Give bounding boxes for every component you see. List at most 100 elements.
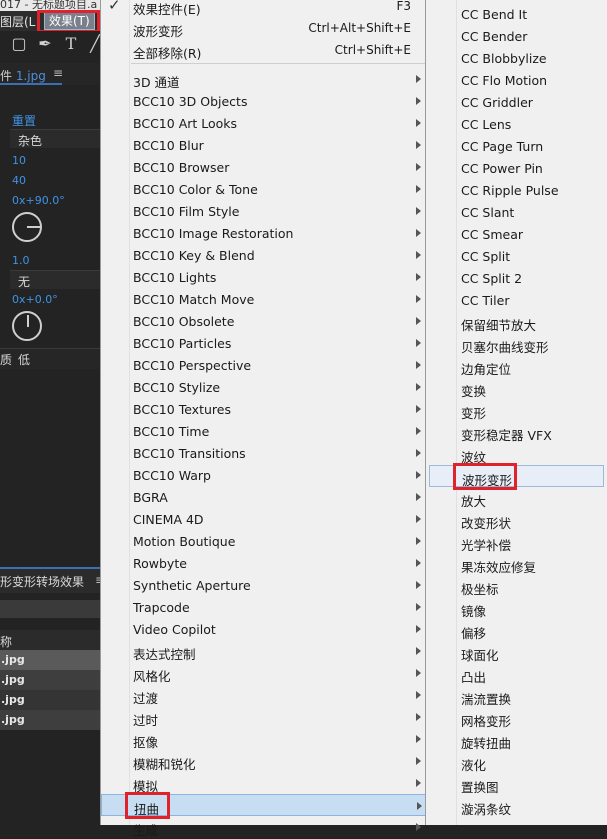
- menu-category-item[interactable]: BCC10 Match Move: [101, 288, 429, 310]
- menu-category-item[interactable]: 过渡: [101, 684, 429, 706]
- menu-category-item[interactable]: BCC10 Perspective: [101, 354, 429, 376]
- submenu-item[interactable]: 球面化: [426, 641, 607, 663]
- submenu-item[interactable]: CC Tiler: [426, 289, 607, 311]
- submenu-item[interactable]: 波纹: [426, 443, 607, 465]
- menu-category-item[interactable]: 过时: [101, 706, 429, 728]
- project-file-row[interactable]: .jpg: [0, 710, 100, 730]
- menu-category-item[interactable]: BCC10 Particles: [101, 332, 429, 354]
- menu-item-effect-controls[interactable]: ✓ 效果控件(E) F3: [101, 0, 429, 17]
- menu-category-item[interactable]: BCC10 Lights: [101, 266, 429, 288]
- angle-dial-2[interactable]: [12, 311, 42, 341]
- menu-category-item[interactable]: BCC10 Browser: [101, 156, 429, 178]
- menu-category-item[interactable]: BCC10 3D Objects: [101, 90, 429, 112]
- angle-value-1[interactable]: 0x+90.0°: [12, 194, 65, 207]
- value-10[interactable]: 10: [12, 154, 26, 167]
- menu-category-item[interactable]: BCC10 Obsolete: [101, 310, 429, 332]
- value-1-0[interactable]: 1.0: [12, 254, 30, 267]
- project-file-row[interactable]: .jpg: [0, 650, 100, 670]
- menu-item-recent-effect[interactable]: 波形变形 Ctrl+Alt+Shift+E: [101, 17, 429, 39]
- submenu-item[interactable]: CC Smear: [426, 223, 607, 245]
- none-field[interactable]: 无: [10, 270, 100, 289]
- menu-category-item[interactable]: 抠像: [101, 728, 429, 750]
- menu-category-item[interactable]: BCC10 Stylize: [101, 376, 429, 398]
- submenu-item[interactable]: 边角定位: [426, 355, 607, 377]
- submenu-item[interactable]: 光学补偿: [426, 531, 607, 553]
- effect-controls-tab[interactable]: 件 1.jpg ≡: [0, 63, 100, 85]
- menu-category-item[interactable]: Trapcode: [101, 596, 429, 618]
- submenu-arrow-icon: [416, 449, 421, 457]
- noise-field[interactable]: 杂色: [10, 129, 100, 148]
- panel-menu-icon[interactable]: ≡: [53, 66, 63, 80]
- menu-category-item[interactable]: Synthetic Aperture: [101, 574, 429, 596]
- pen-tool-icon[interactable]: ✒: [36, 35, 54, 53]
- menu-category-item[interactable]: BCC10 Color & Tone: [101, 178, 429, 200]
- submenu-item[interactable]: 凸出: [426, 663, 607, 685]
- submenu-item[interactable]: CC Bender: [426, 25, 607, 47]
- angle-value-2[interactable]: 0x+0.0°: [12, 293, 58, 306]
- menu-category-item[interactable]: 表达式控制: [101, 640, 429, 662]
- menu-layer[interactable]: 图层(L: [0, 13, 35, 30]
- menu-category-item[interactable]: CINEMA 4D: [101, 508, 429, 530]
- menu-category-item[interactable]: BCC10 Transitions: [101, 442, 429, 464]
- menu-category-item[interactable]: 生成: [101, 816, 429, 838]
- submenu-item[interactable]: 贝塞尔曲线变形: [426, 333, 607, 355]
- menu-category-item[interactable]: 3D 通道: [101, 68, 429, 90]
- submenu-item[interactable]: 液化: [426, 751, 607, 773]
- submenu-item[interactable]: 漩涡条纹: [426, 795, 607, 817]
- menu-category-item[interactable]: BCC10 Image Restoration: [101, 222, 429, 244]
- submenu-item[interactable]: 旋转扭曲: [426, 729, 607, 751]
- menu-category-item[interactable]: BCC10 Warp: [101, 464, 429, 486]
- menu-category-item[interactable]: 风格化: [101, 662, 429, 684]
- menu-category-item[interactable]: BCC10 Film Style: [101, 200, 429, 222]
- reset-link[interactable]: 重置: [12, 112, 36, 129]
- submenu-item[interactable]: CC Split: [426, 245, 607, 267]
- project-tab[interactable]: 形变形转场效果 ≡: [0, 567, 100, 593]
- menu-category-item[interactable]: Motion Boutique: [101, 530, 429, 552]
- submenu-item[interactable]: CC Split 2: [426, 267, 607, 289]
- menu-category-item[interactable]: BCC10 Blur: [101, 134, 429, 156]
- menu-item-remove-all[interactable]: 全部移除(R) Ctrl+Shift+E: [101, 39, 429, 61]
- menu-category-label: BCC10 Time: [133, 424, 210, 439]
- menu-category-item[interactable]: 模糊和锐化: [101, 750, 429, 772]
- text-tool-icon[interactable]: T: [62, 35, 80, 53]
- submenu-item[interactable]: 偏移: [426, 619, 607, 641]
- menu-category-item[interactable]: 模拟: [101, 772, 429, 794]
- submenu-item[interactable]: CC Griddler: [426, 91, 607, 113]
- submenu-item[interactable]: CC Slant: [426, 201, 607, 223]
- submenu-item[interactable]: 改变形状: [426, 509, 607, 531]
- project-file-row[interactable]: .jpg: [0, 670, 100, 690]
- quality-row[interactable]: 质 低: [0, 348, 100, 369]
- submenu-item[interactable]: 保留细节放大: [426, 311, 607, 333]
- angle-dial-1[interactable]: [12, 212, 42, 242]
- value-40[interactable]: 40: [12, 174, 26, 187]
- project-file-row[interactable]: .jpg: [0, 690, 100, 710]
- submenu-item[interactable]: CC Flo Motion: [426, 69, 607, 91]
- submenu-item[interactable]: CC Lens: [426, 113, 607, 135]
- menu-category-item[interactable]: Rowbyte: [101, 552, 429, 574]
- submenu-item[interactable]: 果冻效应修复: [426, 553, 607, 575]
- submenu-item[interactable]: 变形稳定器 VFX: [426, 421, 607, 443]
- submenu-item[interactable]: 变形: [426, 399, 607, 421]
- submenu-item[interactable]: 极坐标: [426, 575, 607, 597]
- brush-tool-icon[interactable]: ╱: [86, 35, 100, 53]
- rectangle-tool-icon[interactable]: ▢: [10, 35, 28, 53]
- menu-category-item[interactable]: BCC10 Art Looks: [101, 112, 429, 134]
- menu-category-item[interactable]: BCC10 Time: [101, 420, 429, 442]
- submenu-item[interactable]: CC Blobbylize: [426, 47, 607, 69]
- submenu-item[interactable]: 变换: [426, 377, 607, 399]
- project-search-input[interactable]: [0, 600, 100, 618]
- submenu-item[interactable]: 湍流置换: [426, 685, 607, 707]
- submenu-item[interactable]: CC Page Turn: [426, 135, 607, 157]
- submenu-item[interactable]: CC Ripple Pulse: [426, 179, 607, 201]
- menu-category-item[interactable]: BGRA: [101, 486, 429, 508]
- submenu-item[interactable]: 镜像: [426, 597, 607, 619]
- menu-category-item[interactable]: Video Copilot: [101, 618, 429, 640]
- name-column-header[interactable]: 称: [0, 630, 100, 650]
- submenu-item[interactable]: 网格变形: [426, 707, 607, 729]
- submenu-item[interactable]: 置换图: [426, 773, 607, 795]
- menu-category-item[interactable]: BCC10 Key & Blend: [101, 244, 429, 266]
- submenu-item[interactable]: CC Power Pin: [426, 157, 607, 179]
- submenu-item[interactable]: CC Bend It: [426, 3, 607, 25]
- submenu-item[interactable]: 放大: [426, 487, 607, 509]
- menu-category-item[interactable]: BCC10 Textures: [101, 398, 429, 420]
